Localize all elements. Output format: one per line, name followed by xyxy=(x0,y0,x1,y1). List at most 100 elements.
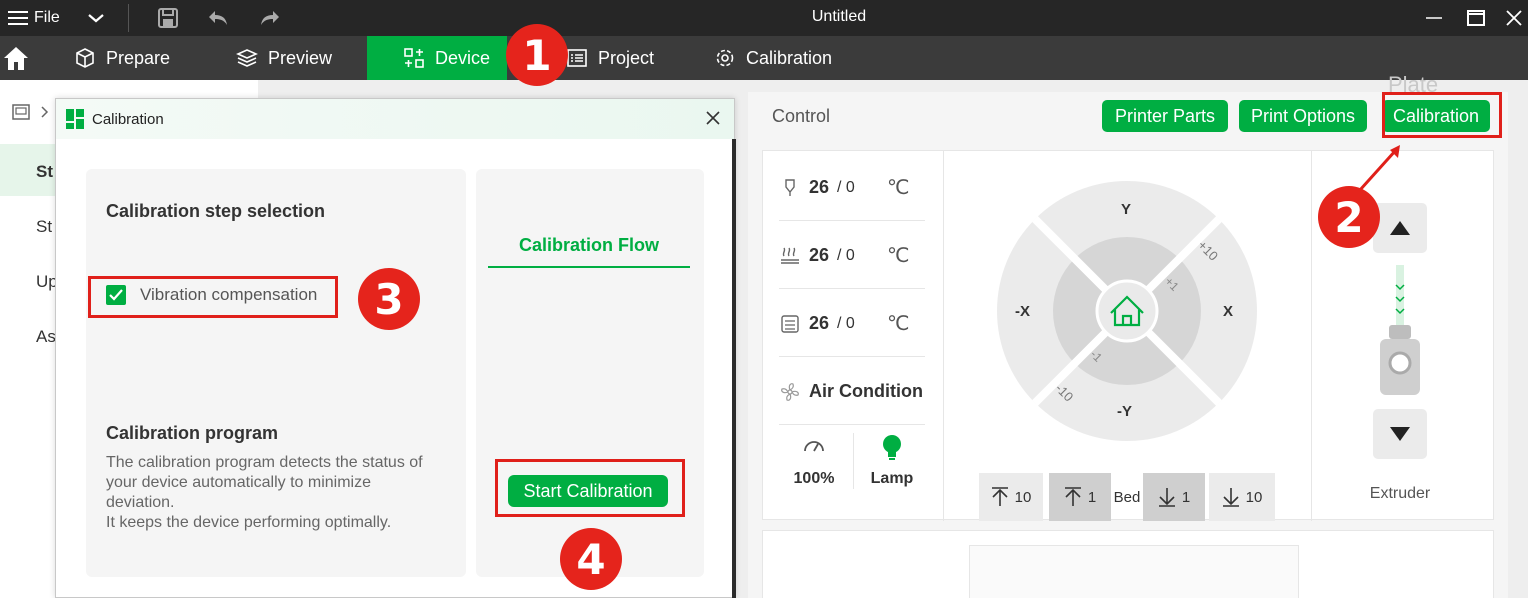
app-logo-icon xyxy=(66,109,84,129)
fan-icon xyxy=(781,382,799,401)
bed-temp-row[interactable]: 26 / 0 ℃ xyxy=(779,223,925,289)
annotation-badge-1: 1 xyxy=(506,24,568,86)
nozzle-icon xyxy=(785,178,795,196)
nozzle-temp-row[interactable]: 26 / 0 ℃ xyxy=(779,155,925,221)
lamp-toggle[interactable]: Lamp xyxy=(857,431,927,491)
bed-target-temp: / 0 xyxy=(837,246,855,264)
bed-up-10-button[interactable]: 10 xyxy=(979,473,1043,521)
annotation-box-calibration xyxy=(1382,92,1502,138)
calibration-options-card: Calibration step selection Vibration com… xyxy=(86,169,466,577)
annotation-badge-4: 4 xyxy=(560,528,622,590)
annotation-box-start xyxy=(495,459,685,517)
heatbed-icon xyxy=(781,247,799,264)
triangle-up-icon xyxy=(1390,221,1410,235)
tab-prepare-label: Prepare xyxy=(106,47,171,68)
maximize-icon[interactable] xyxy=(1464,6,1488,30)
program-description-1: The calibration program detects the stat… xyxy=(106,454,423,511)
nozzle-current-temp: 26 xyxy=(809,177,830,197)
air-condition-row[interactable]: Air Condition xyxy=(779,359,925,425)
chamber-current-temp: 26 xyxy=(809,313,830,333)
bed-down-1-label: 1 xyxy=(1181,488,1191,506)
minimize-icon[interactable] xyxy=(1422,6,1446,30)
bed-up-10-label: 10 xyxy=(1014,488,1032,506)
fan-speed-control[interactable]: 100% xyxy=(779,431,849,491)
bed-up-1-button[interactable]: 1 xyxy=(1049,473,1111,521)
bed-down-1-button[interactable]: 1 xyxy=(1143,473,1205,521)
main-nav: Prepare Preview Device Project Calibrati… xyxy=(0,36,1528,80)
tab-calibration[interactable]: Calibration xyxy=(704,36,842,80)
program-description-2: It keeps the device performing optimally… xyxy=(106,514,392,531)
tab-project[interactable]: Project xyxy=(556,36,664,80)
list-icon xyxy=(567,49,587,67)
dialog-header: Calibration xyxy=(56,99,734,139)
chamber-icon xyxy=(781,314,799,333)
chamber-target-temp: / 0 xyxy=(837,314,855,332)
control-title: Control xyxy=(772,106,831,126)
arrow-up-icon xyxy=(1064,487,1081,506)
nozzle-target-temp: / 0 xyxy=(837,178,855,196)
window-title: Untitled xyxy=(811,8,867,25)
fan-lamp-divider xyxy=(853,433,854,489)
printer-breadcrumb-icon[interactable] xyxy=(12,102,52,122)
jog-y-minus[interactable]: -Y xyxy=(1117,403,1132,420)
layers-icon xyxy=(236,49,258,67)
calibration-dialog: Calibration Calibration step selection V… xyxy=(55,98,736,598)
jog-x-minus[interactable]: -X xyxy=(1015,303,1030,320)
extruder-up-button[interactable] xyxy=(1373,203,1427,253)
title-bar: File Untitled xyxy=(0,0,1528,36)
print-options-button[interactable]: Print Options xyxy=(1239,100,1367,132)
annotation-badge-3: 3 xyxy=(358,268,420,330)
annotation-badge-2: 2 xyxy=(1318,186,1380,248)
extruder-illustration xyxy=(1380,265,1420,395)
left-panel-item-4[interactable]: As xyxy=(36,327,56,347)
annotation-box-vibration xyxy=(88,276,338,318)
nozzle-temp-unit: ℃ xyxy=(887,177,910,199)
step-selection-title: Calibration step selection xyxy=(106,201,326,221)
lamp-icon xyxy=(883,435,901,460)
temp-jog-divider xyxy=(943,151,944,521)
home-icon[interactable] xyxy=(2,44,30,72)
close-icon[interactable] xyxy=(704,109,722,127)
tab-device[interactable]: Device xyxy=(367,36,507,80)
bed-temp-unit: ℃ xyxy=(887,245,910,267)
printer-parts-button[interactable]: Printer Parts xyxy=(1102,100,1228,132)
arrow-down-icon xyxy=(1158,488,1175,507)
gear-icon xyxy=(716,49,734,67)
bed-up-1-label: 1 xyxy=(1087,488,1097,506)
dialog-scrollbar[interactable] xyxy=(732,139,736,598)
triangle-down-icon xyxy=(1390,427,1410,441)
tab-preview-label: Preview xyxy=(268,47,333,68)
device-icon xyxy=(404,48,424,68)
extruder-down-button[interactable] xyxy=(1373,409,1427,459)
arrow-down-icon xyxy=(1222,488,1239,507)
dialog-title: Calibration xyxy=(92,110,164,128)
program-title: Calibration program xyxy=(106,423,279,443)
speedometer-icon xyxy=(804,441,824,452)
left-panel-item-1[interactable]: St xyxy=(36,162,53,182)
left-panel-item-2[interactable]: St xyxy=(36,217,52,237)
chamber-temp-row[interactable]: 26 / 0 ℃ xyxy=(779,291,925,357)
control-main-box: 26 / 0 ℃ 26 / 0 ℃ 26 / 0 ℃ Air Condition… xyxy=(762,150,1494,521)
lamp-label: Lamp xyxy=(870,470,914,487)
bed-down-10-button[interactable]: 10 xyxy=(1209,473,1275,521)
jog-x-plus[interactable]: X xyxy=(1223,303,1233,320)
tab-preview[interactable]: Preview xyxy=(226,36,342,80)
jog-extruder-divider xyxy=(1311,151,1312,521)
camera-preview-box xyxy=(762,530,1494,598)
extruder-label: Extruder xyxy=(1369,485,1431,502)
jog-y-plus[interactable]: Y xyxy=(1121,201,1131,218)
bed-down-10-label: 10 xyxy=(1245,488,1263,506)
preview-placeholder xyxy=(969,545,1299,598)
air-condition-label: Air Condition xyxy=(809,381,923,401)
cube-icon xyxy=(76,48,94,68)
tab-calibration-flow[interactable]: Calibration Flow xyxy=(488,235,690,268)
tab-prepare[interactable]: Prepare xyxy=(64,36,180,80)
arrow-up-icon xyxy=(991,487,1008,506)
tab-device-label: Device xyxy=(435,47,491,68)
bed-current-temp: 26 xyxy=(809,245,830,265)
tab-calibration-label: Calibration xyxy=(746,47,833,68)
fan-speed-value: 100% xyxy=(793,470,835,487)
bed-label: Bed xyxy=(1113,488,1141,506)
tab-project-label: Project xyxy=(598,47,655,68)
close-window-icon[interactable] xyxy=(1502,6,1526,30)
